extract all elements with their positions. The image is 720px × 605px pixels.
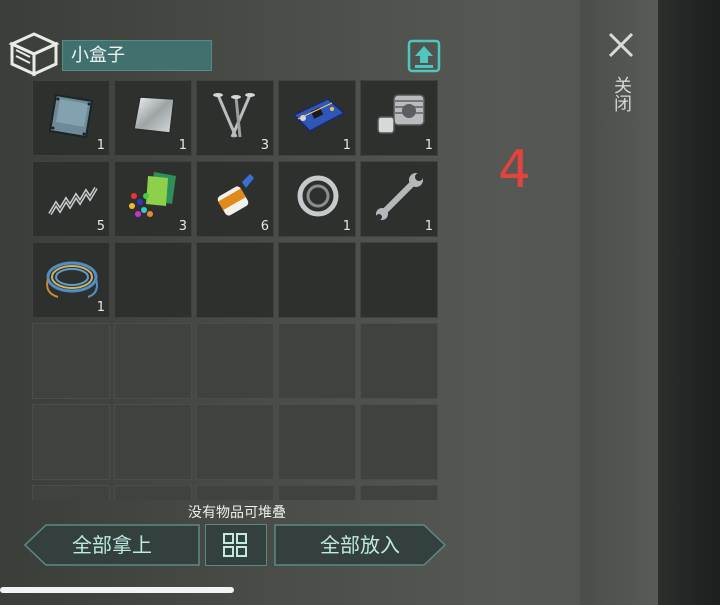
sort-button[interactable] <box>205 524 267 566</box>
inventory-slot[interactable]: 1 <box>360 80 438 156</box>
close-label: 关闭 <box>611 76 632 112</box>
sort-grid-icon <box>223 533 247 557</box>
inventory-slot[interactable]: 3 <box>114 161 192 237</box>
circuit-board-icon <box>292 98 346 132</box>
inventory-slot[interactable]: 1 <box>114 80 192 156</box>
box-icon <box>8 32 60 77</box>
slot-quantity: 3 <box>260 138 269 153</box>
inventory-slot[interactable] <box>360 485 438 500</box>
inventory-slot[interactable] <box>278 323 356 399</box>
inventory-slot[interactable] <box>114 404 192 480</box>
slot-quantity: 1 <box>96 138 105 153</box>
slot-quantity: 1 <box>424 138 433 153</box>
container-name-field[interactable]: 小盒子 <box>62 40 212 71</box>
engine-cylinder-icon <box>377 94 425 134</box>
slot-quantity: 3 <box>178 219 187 234</box>
inventory-slot[interactable] <box>278 404 356 480</box>
take-all-button[interactable]: 全部拿上 <box>24 524 200 566</box>
slot-quantity: 1 <box>424 219 433 234</box>
overlay-number: 4 <box>498 140 532 200</box>
inventory-slot[interactable] <box>114 242 192 318</box>
slot-quantity: 1 <box>178 138 187 153</box>
wire-coil-icon <box>46 261 98 298</box>
upload-icon[interactable] <box>407 39 441 73</box>
take-all-label: 全部拿上 <box>72 533 152 557</box>
inventory-slot[interactable]: 3 <box>196 80 274 156</box>
slot-quantity: 6 <box>260 219 269 234</box>
inventory-slot[interactable] <box>278 485 356 500</box>
fabric-and-beads-icon <box>129 172 176 217</box>
wrench-icon <box>376 173 423 220</box>
inventory-slot[interactable] <box>360 323 438 399</box>
screen-edge <box>658 0 720 605</box>
glue-bottle-icon <box>217 174 254 216</box>
inventory-slot[interactable]: 1 <box>360 161 438 237</box>
inventory-slot[interactable] <box>196 323 274 399</box>
inventory-slot[interactable]: 1 <box>278 80 356 156</box>
stack-status-text: 没有物品可堆叠 <box>188 505 286 521</box>
spring-icon <box>48 186 98 216</box>
inventory-slot[interactable] <box>360 242 438 318</box>
put-all-label: 全部放入 <box>320 533 400 557</box>
slot-quantity: 1 <box>96 300 105 315</box>
home-indicator-bar <box>0 587 234 593</box>
inventory-slot[interactable] <box>196 404 274 480</box>
inventory-slot[interactable] <box>114 323 192 399</box>
steel-sheet-icon <box>133 96 175 134</box>
nails-icon <box>213 93 255 138</box>
inventory-slot[interactable] <box>32 485 110 500</box>
bearing-icon <box>297 175 339 217</box>
inventory-slot[interactable] <box>196 242 274 318</box>
inventory-slot[interactable]: 6 <box>196 161 274 237</box>
metal-plate-icon <box>48 93 94 139</box>
inventory-slot[interactable] <box>114 485 192 500</box>
slot-quantity: 1 <box>342 219 351 234</box>
slot-quantity: 1 <box>342 138 351 153</box>
inventory-slot[interactable] <box>196 485 274 500</box>
inventory-slot[interactable]: 1 <box>32 242 110 318</box>
inventory-slot[interactable] <box>32 323 110 399</box>
inventory-slot[interactable]: 5 <box>32 161 110 237</box>
inventory-slot[interactable]: 1 <box>32 80 110 156</box>
inventory-slot[interactable] <box>360 404 438 480</box>
inventory-slot[interactable] <box>278 242 356 318</box>
slot-quantity: 5 <box>96 219 105 234</box>
inventory-grid: 1 1 3 1 1 5 3 6 1 1 1 <box>30 78 442 500</box>
close-icon <box>608 32 634 58</box>
inventory-slot[interactable] <box>32 404 110 480</box>
close-button[interactable]: 关闭 <box>600 24 642 134</box>
inventory-slot[interactable]: 1 <box>278 161 356 237</box>
put-all-button[interactable]: 全部放入 <box>274 524 446 566</box>
